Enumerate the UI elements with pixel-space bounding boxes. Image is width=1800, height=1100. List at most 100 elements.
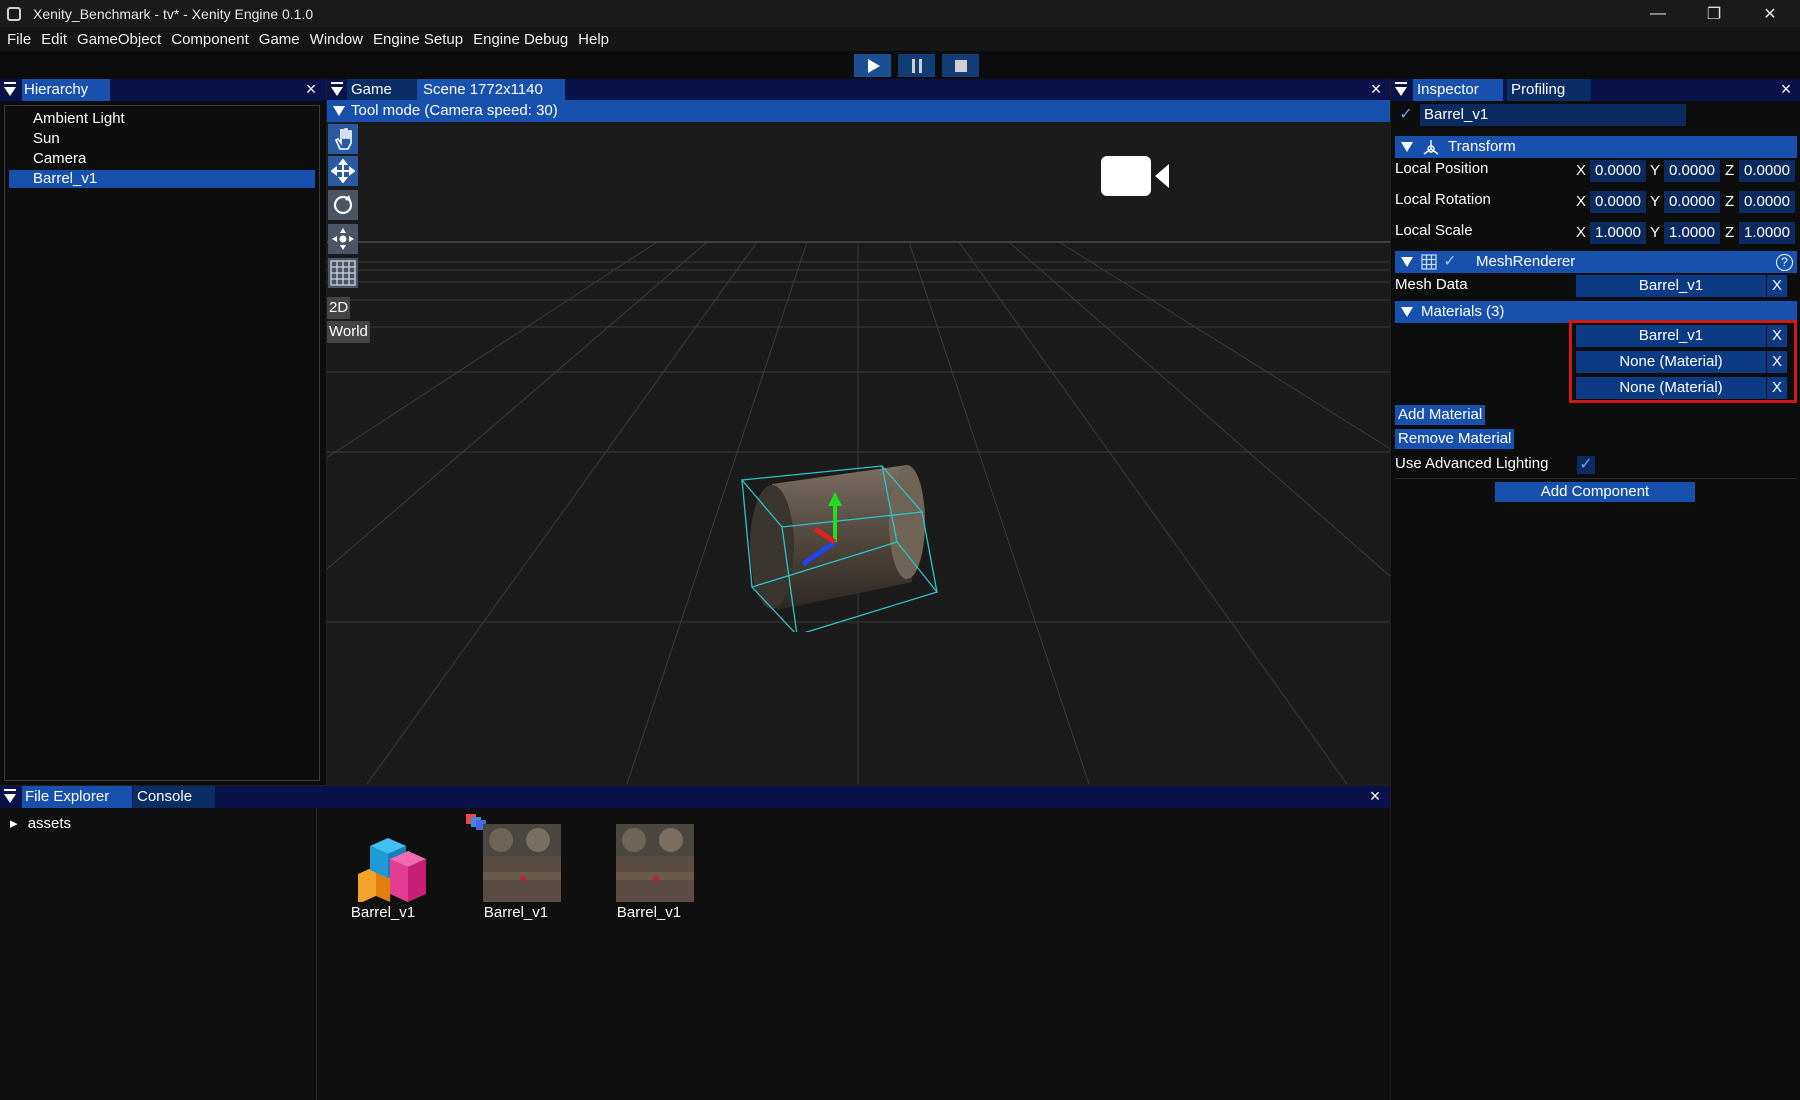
minimize-button[interactable]: — [1630,0,1686,27]
menu-game[interactable]: Game [259,31,300,48]
menu-edit[interactable]: Edit [41,31,67,48]
object-name-field[interactable]: Barrel_v1 [1420,104,1686,126]
tool-mode-label: Tool mode (Camera speed: 30) [351,102,558,119]
close-hierarchy-icon[interactable]: × [302,80,320,98]
play-icon [867,58,880,73]
meshrenderer-collapse-icon[interactable] [1401,257,1413,267]
stop-button[interactable] [942,54,979,77]
hierarchy-item-ambient-light[interactable]: Ambient Light [9,110,315,128]
folder-tree-assets[interactable]: ▸ assets [10,814,71,832]
app-icon [7,6,21,21]
menu-gameobject[interactable]: GameObject [77,31,161,48]
tab-scene[interactable]: Scene 1772x1140 [417,79,565,101]
tab-profiling[interactable]: Profiling [1507,79,1591,101]
local-position-z[interactable]: 0.0000 [1739,160,1795,182]
local-scale-z[interactable]: 1.0000 [1739,222,1795,244]
rotate-tool-button[interactable] [328,190,358,220]
local-position-y[interactable]: 0.0000 [1664,160,1720,182]
local-rotation-label: Local Rotation [1395,191,1491,208]
world-space-button[interactable]: World [327,321,370,343]
tab-inspector[interactable]: Inspector [1413,79,1503,101]
close-files-icon[interactable]: × [1366,787,1384,805]
local-rotation-x[interactable]: 0.0000 [1590,191,1646,213]
toggle-2d-button[interactable]: 2D [327,297,351,319]
tab-hierarchy[interactable]: Hierarchy [22,79,110,101]
menu-component[interactable]: Component [171,31,249,48]
object-active-checkbox[interactable]: ✓ [1397,106,1415,124]
play-button[interactable] [854,54,891,77]
local-rotation-y[interactable]: 0.0000 [1664,191,1720,213]
material-slot-2-clear-button[interactable]: X [1767,351,1787,373]
add-component-button[interactable]: Add Component [1495,482,1695,502]
hand-tool-button[interactable] [328,124,358,154]
viewport-tabs: Game Scene 1772x1140 × [327,79,1390,101]
material-slot-2[interactable]: None (Material) [1576,351,1766,373]
restore-button[interactable]: ❐ [1686,0,1742,27]
texture-thumbnail [616,824,694,902]
remove-material-button[interactable]: Remove Material [1395,429,1515,449]
viewport-menu-icon[interactable] [331,82,343,84]
meshrenderer-header[interactable]: ✓ MeshRenderer ? [1395,251,1797,273]
inspector-menu-arrow-icon[interactable] [1395,87,1407,96]
transform-collapse-icon[interactable] [1401,142,1413,152]
file-item-material[interactable]: Barrel_v1 [466,814,566,934]
mesh-data-slot[interactable]: Barrel_v1 [1576,275,1766,297]
close-viewport-icon[interactable]: × [1367,80,1385,98]
local-scale-label: Local Scale [1395,222,1473,239]
tool-mode-bar[interactable]: Tool mode (Camera speed: 30) [327,100,1390,122]
tab-file-explorer[interactable]: File Explorer [22,786,132,808]
camera-gizmo-icon[interactable] [1099,152,1175,198]
divider [1395,478,1797,479]
close-inspector-icon[interactable]: × [1777,80,1795,98]
panel-menu-icon[interactable] [4,82,16,84]
local-rotation-z[interactable]: 0.0000 [1739,191,1795,213]
files-tab-row: File Explorer Console × [0,786,1390,808]
inspector-menu-icon[interactable] [1395,82,1407,84]
scene-viewport[interactable] [327,122,1390,784]
move-icon [331,159,355,183]
menu-engine-setup[interactable]: Engine Setup [373,31,463,48]
files-menu-arrow-icon[interactable] [4,794,16,803]
material-slot-3[interactable]: None (Material) [1576,377,1766,399]
grid-tool-button[interactable] [328,258,358,288]
menu-window[interactable]: Window [310,31,363,48]
tool-mode-collapse-icon[interactable] [333,106,345,116]
menu-engine-debug[interactable]: Engine Debug [473,31,568,48]
inspector-tab-row: Inspector Profiling × [1391,79,1800,101]
transform-icon [1423,140,1439,155]
file-name-texture: Barrel_v1 [616,904,682,921]
menu-help[interactable]: Help [578,31,609,48]
materials-collapse-icon[interactable] [1401,307,1413,317]
panel-menu-arrow-icon[interactable] [4,87,16,96]
files-menu-icon[interactable] [4,789,16,791]
hierarchy-item-barrel[interactable]: Barrel_v1 [9,170,315,188]
local-position-x[interactable]: 0.0000 [1590,160,1646,182]
hierarchy-item-sun[interactable]: Sun [9,130,315,148]
tab-console[interactable]: Console [133,786,215,808]
scale-tool-button[interactable] [328,224,358,254]
close-window-button[interactable]: ✕ [1742,0,1798,27]
hierarchy-item-camera[interactable]: Camera [9,150,315,168]
viewport-menu-arrow-icon[interactable] [331,87,343,96]
axis-y-label: Y [1650,224,1661,241]
file-item-texture[interactable]: Barrel_v1 [599,824,699,934]
barrel-object[interactable] [707,392,967,632]
axis-z-label: Z [1725,193,1735,210]
material-slot-3-clear-button[interactable]: X [1767,377,1787,399]
material-slot-1-clear-button[interactable]: X [1767,325,1787,347]
mesh-data-clear-button[interactable]: X [1767,275,1787,297]
stop-icon [954,59,967,72]
add-material-button[interactable]: Add Material [1395,405,1486,425]
transform-header[interactable]: Transform [1395,136,1797,158]
local-scale-x[interactable]: 1.0000 [1590,222,1646,244]
advanced-lighting-checkbox[interactable]: ✓ [1577,456,1595,474]
pause-button[interactable] [898,54,935,77]
meshrenderer-enabled-checkbox[interactable]: ✓ [1441,253,1459,271]
local-scale-y[interactable]: 1.0000 [1664,222,1720,244]
menu-file[interactable]: File [7,31,31,48]
move-tool-button[interactable] [328,156,358,186]
file-item-mesh[interactable]: Barrel_v1 [333,824,433,934]
material-slot-1[interactable]: Barrel_v1 [1576,325,1766,347]
tree-expand-icon[interactable]: ▸ [10,815,18,832]
help-icon[interactable]: ? [1776,254,1793,271]
